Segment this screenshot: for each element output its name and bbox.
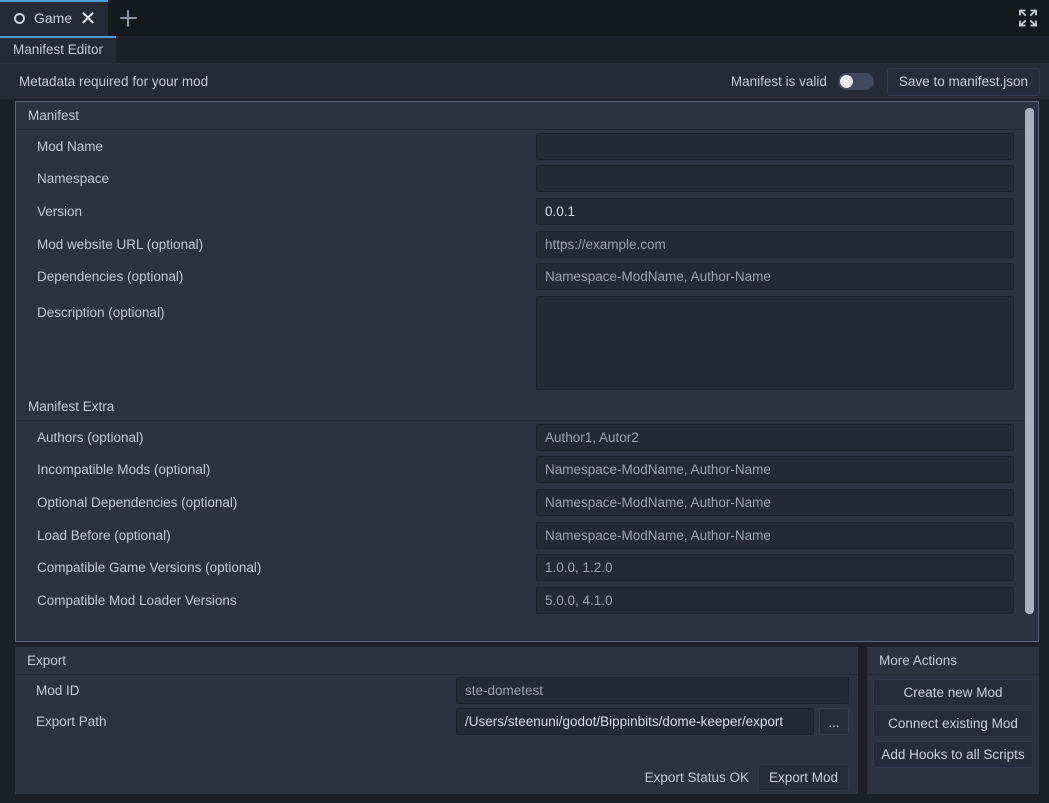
window-tab-label: Game bbox=[34, 10, 73, 26]
field-label: Compatible Game Versions (optional) bbox=[37, 560, 262, 576]
ring-icon bbox=[14, 12, 25, 24]
field-input[interactable]: Namespace-ModName, Author-Name bbox=[536, 456, 1014, 484]
more-actions-section-header: More Actions bbox=[867, 647, 1039, 675]
export-row-status: Export Status OK Export Mod bbox=[15, 763, 858, 794]
field-placeholder: Namespace-ModName, Author-Name bbox=[545, 527, 771, 543]
more-actions-list: Create new Mod Connect existing Mod Add Ho… bbox=[867, 675, 1039, 774]
manifest-rows: Mod Name Namespace Version 0.0.1 Mod website… bbox=[16, 130, 1025, 393]
field-label: Authors (optional) bbox=[37, 429, 144, 445]
browse-export-path-button[interactable]: ... bbox=[819, 708, 849, 735]
more-action-button[interactable]: Add Hooks to all Scripts bbox=[873, 741, 1033, 768]
field-label: Mod website URL (optional) bbox=[37, 236, 204, 252]
field-label: Load Before (optional) bbox=[37, 527, 171, 543]
field-input[interactable]: 0.0.1 bbox=[536, 197, 1014, 225]
field-label: Namespace bbox=[37, 171, 110, 187]
field-value: 0.0.1 bbox=[545, 203, 576, 219]
tab-manifest-editor-label: Manifest Editor bbox=[13, 42, 104, 57]
field-label: Optional Dependencies (optional) bbox=[37, 494, 238, 510]
form-row: Incompatible Mods (optional) Namespace-Mo… bbox=[16, 454, 1025, 487]
field-input[interactable] bbox=[536, 132, 1014, 160]
field-label: Compatible Mod Loader Versions bbox=[37, 592, 237, 608]
editor-tabstrip: Manifest Editor bbox=[0, 36, 1049, 64]
export-path-value: /Users/steenuni/godot/Bippinbits/dome-ke… bbox=[465, 714, 784, 729]
export-panel: Export Mod ID ste-dometest Export Path /… bbox=[15, 647, 858, 794]
toggle-knob bbox=[839, 75, 853, 88]
plus-icon[interactable] bbox=[108, 0, 148, 36]
fullscreen-icon[interactable] bbox=[1017, 7, 1039, 29]
manifest-extra-section-header: Manifest Extra bbox=[16, 392, 1025, 421]
field-input[interactable]: Author1, Autor2 bbox=[536, 423, 1014, 451]
export-path-label: Export Path bbox=[36, 714, 107, 729]
field-label: Dependencies (optional) bbox=[37, 269, 184, 285]
field-placeholder: Author1, Autor2 bbox=[545, 429, 639, 445]
export-path-input[interactable]: /Users/steenuni/godot/Bippinbits/dome-ke… bbox=[456, 708, 814, 735]
form-row: Namespace bbox=[16, 163, 1025, 196]
save-to-manifest-button[interactable]: Save to manifest.json bbox=[886, 67, 1040, 96]
form-row: Mod Name bbox=[16, 130, 1025, 163]
form-row: Mod website URL (optional) https://exampl… bbox=[16, 228, 1025, 261]
field-label: Version bbox=[37, 203, 83, 219]
field-input[interactable]: Namespace-ModName, Author-Name bbox=[536, 488, 1014, 516]
scrollbar-thumb[interactable] bbox=[1025, 108, 1034, 614]
tab-manifest-editor[interactable]: Manifest Editor bbox=[0, 36, 117, 63]
export-mod-button[interactable]: Export Mod bbox=[757, 763, 849, 792]
form-row: Compatible Game Versions (optional) 1.0.0… bbox=[16, 551, 1025, 584]
field-label: Mod Name bbox=[37, 138, 104, 154]
metadata-note: Metadata required for your mod bbox=[19, 74, 209, 89]
field-input[interactable]: Namespace-ModName, Author-Name bbox=[536, 263, 1014, 291]
form-row: Description (optional) bbox=[16, 293, 1025, 393]
field-placeholder: 1.0.0, 1.2.0 bbox=[545, 560, 613, 576]
field-input[interactable]: 1.0.0, 1.2.0 bbox=[536, 554, 1014, 582]
window-tab-game[interactable]: Game bbox=[0, 0, 109, 36]
field-label: Incompatible Mods (optional) bbox=[37, 462, 211, 478]
field-textarea[interactable] bbox=[536, 295, 1014, 390]
manifest-valid-toggle[interactable] bbox=[837, 73, 874, 90]
editor-header: Metadata required for your mod Manifest … bbox=[0, 64, 1049, 99]
form-row: Compatible Mod Loader Versions 5.0.0, 4.1… bbox=[16, 584, 1025, 617]
manifest-section-header: Manifest bbox=[16, 102, 1025, 130]
field-placeholder: https://example.com bbox=[545, 236, 666, 252]
export-section-header: Export bbox=[15, 647, 858, 675]
vertical-scrollbar[interactable] bbox=[1025, 108, 1034, 635]
form-row: Optional Dependencies (optional) Namespac… bbox=[16, 486, 1025, 519]
manifest-valid-label: Manifest is valid bbox=[730, 74, 827, 89]
export-row-mod-id: Mod ID ste-dometest bbox=[15, 675, 858, 706]
field-placeholder: Namespace-ModName, Author-Name bbox=[545, 494, 771, 510]
field-placeholder: Namespace-ModName, Author-Name bbox=[545, 462, 771, 478]
close-icon[interactable] bbox=[81, 11, 95, 25]
field-placeholder: Namespace-ModName, Author-Name bbox=[545, 269, 771, 285]
more-action-button[interactable]: Connect existing Mod bbox=[873, 710, 1033, 737]
form-row: Load Before (optional) Namespace-ModName,… bbox=[16, 519, 1025, 552]
form-row: Version 0.0.1 bbox=[16, 195, 1025, 228]
more-action-button[interactable]: Create new Mod bbox=[873, 679, 1033, 706]
mod-id-value: ste-dometest bbox=[465, 683, 544, 698]
manifest-scroll-panel: Manifest Mod Name Namespace Version 0.0.1 Mo… bbox=[15, 101, 1039, 642]
header-actions: Manifest is valid Save to manifest.json bbox=[731, 64, 1040, 99]
window-tabbar: Game bbox=[0, 0, 1049, 36]
export-row-export-path: Export Path /Users/steenuni/godot/Bippin… bbox=[15, 706, 858, 737]
mod-tool-window: Game Manifest Editor Metadata required f… bbox=[0, 0, 1049, 803]
more-actions-panel: More Actions Create new Mod Connect exist… bbox=[867, 647, 1039, 794]
field-input[interactable]: Namespace-ModName, Author-Name bbox=[536, 521, 1014, 549]
form-row: Authors (optional) Author1, Autor2 bbox=[16, 421, 1025, 454]
form-row: Dependencies (optional) Namespace-ModName… bbox=[16, 260, 1025, 293]
manifest-extra-rows: Authors (optional) Author1, Autor2 Incompa… bbox=[16, 421, 1025, 617]
export-status-text: Export Status OK bbox=[644, 770, 749, 785]
field-label: Description (optional) bbox=[37, 304, 165, 320]
bottom-panels: Export Mod ID ste-dometest Export Path /… bbox=[0, 642, 1049, 803]
manifest-scroll-content: Manifest Mod Name Namespace Version 0.0.1 Mo… bbox=[16, 102, 1025, 641]
field-input[interactable] bbox=[536, 165, 1014, 193]
field-input[interactable]: https://example.com bbox=[536, 230, 1014, 258]
mod-id-label: Mod ID bbox=[36, 683, 80, 698]
mod-id-input[interactable]: ste-dometest bbox=[456, 677, 849, 704]
field-input[interactable]: 5.0.0, 4.1.0 bbox=[536, 586, 1014, 614]
field-placeholder: 5.0.0, 4.1.0 bbox=[545, 592, 613, 608]
